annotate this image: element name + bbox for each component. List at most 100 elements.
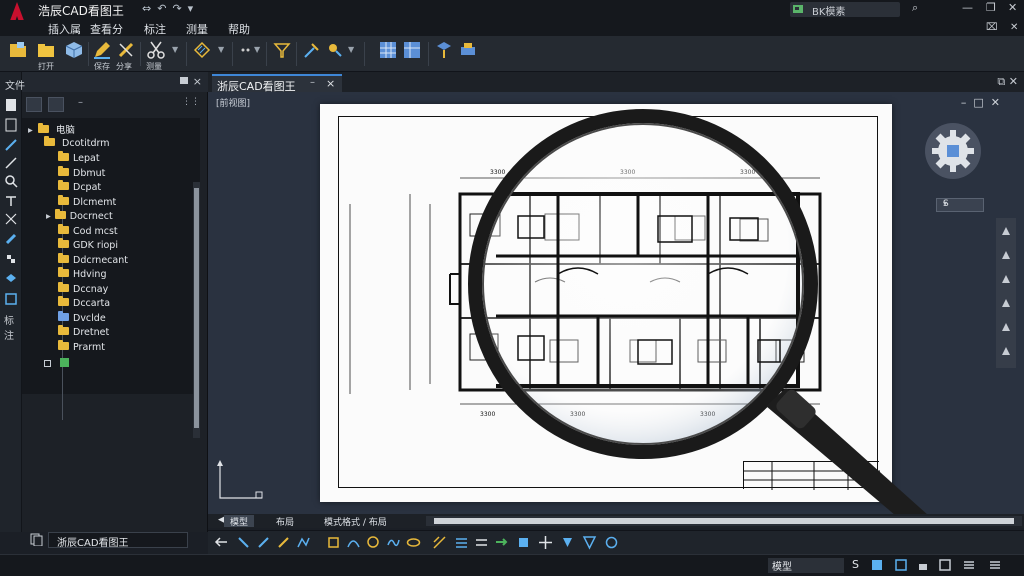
list-item[interactable] — [44, 358, 70, 372]
open-icon[interactable] — [8, 40, 28, 60]
spline-icon[interactable] — [386, 535, 401, 550]
list-item[interactable]: ▸ Docrnect — [46, 209, 113, 225]
circle-icon[interactable] — [366, 535, 381, 550]
list-item[interactable]: Hdving — [58, 267, 107, 283]
pen-icon[interactable] — [4, 138, 18, 152]
pan-icon[interactable] — [1001, 226, 1011, 236]
hatch-icon[interactable] — [432, 535, 447, 550]
export-icon[interactable] — [434, 40, 454, 60]
text-icon[interactable] — [4, 194, 18, 208]
tab-model[interactable]: 模型 — [224, 515, 255, 528]
rotate-icon[interactable] — [604, 535, 619, 550]
tab-layout2[interactable]: 模式格式 / 布局 — [318, 515, 393, 528]
nav-more-icon[interactable] — [1001, 346, 1011, 356]
fullscreen-icon[interactable] — [938, 558, 952, 572]
list-item[interactable]: Dbmut — [58, 166, 105, 182]
close-doc-icon[interactable]: ✕ — [1010, 22, 1018, 33]
grid-icon[interactable] — [378, 40, 398, 60]
scissors-icon[interactable] — [4, 212, 18, 226]
line-icon[interactable] — [4, 156, 18, 170]
settings-icon[interactable] — [894, 558, 908, 572]
extend-icon[interactable] — [494, 535, 509, 550]
list-item[interactable]: GDK riopi — [58, 238, 118, 254]
menu-annotate[interactable]: 标注 — [144, 21, 166, 37]
layer-icon[interactable] — [4, 272, 18, 286]
grip-icon[interactable]: ⋮⋮ — [182, 97, 200, 107]
restore-down-icon[interactable]: ❐ — [986, 1, 996, 14]
hatch-icon[interactable] — [192, 40, 212, 60]
collapse-icon[interactable]: – — [78, 97, 83, 108]
menu-icon[interactable] — [988, 558, 1002, 572]
tree-scrollbar[interactable] — [193, 182, 200, 438]
lock-icon[interactable] — [916, 558, 930, 572]
marker-icon[interactable] — [4, 232, 18, 246]
offset-icon[interactable] — [474, 535, 489, 550]
move-icon[interactable] — [538, 535, 553, 550]
dropdown-arrow-icon[interactable]: ▼ — [218, 45, 224, 54]
steering-wheel-icon[interactable] — [1001, 298, 1011, 308]
list-item[interactable]: Dcpat — [58, 180, 101, 196]
grid-snap-icon[interactable] — [870, 558, 884, 572]
list-view-icon[interactable] — [26, 97, 42, 112]
tree-root[interactable]: ▸ 电脑 — [28, 122, 75, 136]
menu-measure[interactable]: 测量 — [186, 21, 208, 37]
menu-help[interactable]: 帮助 — [228, 21, 250, 37]
file-icon[interactable] — [4, 98, 18, 112]
block-icon[interactable] — [4, 292, 18, 306]
pencil-icon[interactable] — [92, 40, 112, 60]
chevron-down-icon[interactable]: ▾ — [943, 199, 977, 208]
model-space-toggle[interactable]: 模型 — [768, 558, 844, 573]
dimension-icon[interactable] — [4, 252, 18, 266]
mirror-icon[interactable] — [582, 535, 597, 550]
dropdown-arrow-icon[interactable]: ▼ — [254, 45, 260, 54]
drawing-canvas[interactable]: [前视图] – □ ✕ 3300 3300 3300 3300 3300 330… — [208, 92, 1024, 526]
zoom-extents-icon[interactable] — [1001, 250, 1011, 260]
dropdown-icon[interactable]: ▾ — [188, 2, 194, 15]
tab-close-icon[interactable]: × — [326, 77, 335, 90]
snap-indicator[interactable]: S — [852, 558, 859, 571]
scroll-thumb[interactable] — [434, 518, 1014, 524]
close-icon[interactable]: ✕ — [1008, 1, 1017, 14]
tools-icon[interactable] — [302, 40, 322, 60]
document-tab[interactable]: 浙辰CAD看图王 – × — [212, 74, 342, 93]
back-arrow-icon[interactable] — [214, 535, 229, 550]
minimize-icon[interactable]: ⌕ — [912, 1, 918, 15]
table-icon[interactable] — [402, 40, 422, 60]
help-icon[interactable]: ⌧ — [986, 22, 998, 33]
zoom-icon[interactable] — [4, 174, 18, 188]
viewport-label[interactable]: [前视图] — [216, 96, 250, 109]
select-icon[interactable] — [236, 535, 251, 550]
rectangle-icon[interactable] — [326, 535, 341, 550]
dropdown-arrow-icon[interactable]: ▼ — [172, 45, 178, 54]
list-item[interactable]: Dlcmemt — [58, 195, 116, 211]
ellipse-icon[interactable] — [406, 535, 421, 550]
stretch-icon[interactable] — [516, 535, 531, 550]
edit-icon[interactable] — [116, 40, 136, 60]
arrow-move-icon[interactable]: ⇔ — [142, 2, 151, 15]
document-icon[interactable] — [30, 533, 43, 546]
panel-close-icon[interactable]: × — [193, 75, 202, 88]
print-icon[interactable] — [458, 40, 478, 60]
thumbnail-view-icon[interactable] — [48, 97, 64, 112]
list-item[interactable]: Lepat — [58, 151, 100, 167]
copy-icon[interactable] — [560, 535, 575, 550]
arc-icon[interactable] — [346, 535, 361, 550]
dropdown-arrow-icon[interactable]: ▼ — [348, 45, 354, 54]
pin-icon[interactable] — [180, 77, 188, 84]
line-icon[interactable] — [276, 535, 291, 550]
checkbox-icon[interactable] — [44, 360, 51, 367]
list-item[interactable]: Dvclde — [58, 311, 106, 327]
showmotion-icon[interactable] — [1001, 322, 1011, 332]
expand-arrow-icon[interactable]: ▸ — [46, 211, 51, 222]
menu-view[interactable]: 查看分 — [90, 21, 123, 37]
list-item[interactable]: Cod mcst — [58, 224, 118, 240]
funnel-icon[interactable] — [272, 40, 292, 60]
list-item[interactable]: Prarmt — [58, 340, 105, 356]
restore-icon[interactable]: ⧉ ✕ — [997, 75, 1018, 89]
search-box[interactable]: BK模素 — [790, 2, 900, 18]
polyline-icon[interactable] — [296, 535, 311, 550]
tab-layout[interactable]: 布局 — [270, 515, 300, 528]
cube-icon[interactable] — [64, 40, 84, 60]
list-item[interactable]: Dccnay — [58, 282, 108, 298]
customize-icon[interactable] — [962, 558, 976, 572]
